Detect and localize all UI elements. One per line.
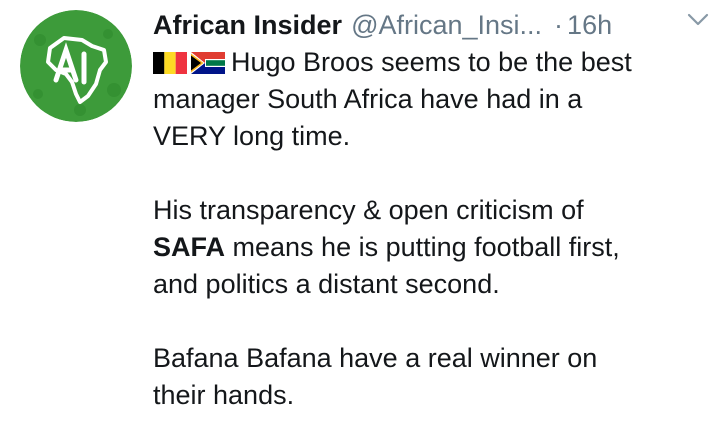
tweet-line-text: Hugo Broos seems to be the best (231, 47, 632, 77)
tweet-line: their hands. (153, 380, 295, 410)
tweet-line: Bafana Bafana have a real winner on (153, 343, 598, 373)
tweet-line: and politics a distant second. (153, 269, 500, 299)
separator-dot: · (554, 9, 564, 40)
avatar[interactable] (20, 10, 132, 122)
tweet-line: VERY long time. (153, 121, 351, 151)
tweet-line: His transparency & open criticism of (153, 195, 584, 225)
tweet-text: Hugo Broos seems to be the best manager … (153, 44, 703, 414)
display-name[interactable]: African Insider (153, 10, 342, 41)
safa-bold-text: SAFA (153, 232, 226, 262)
belgium-flag-icon (153, 52, 187, 74)
tweet-line: SAFA means he is putting football first, (153, 229, 703, 266)
african-insider-logo-icon (20, 10, 132, 122)
user-handle[interactable]: @African_Insi... (351, 10, 542, 41)
tweet-line-text: means he is putting football first, (225, 232, 620, 262)
chevron-down-icon[interactable] (686, 9, 710, 31)
timestamp[interactable]: 16h (567, 10, 612, 41)
tweet-line: manager South Africa have had in a (153, 84, 583, 114)
tweet-header: African Insider @African_Insi... · 16h (153, 6, 700, 44)
south-africa-flag-icon (191, 52, 225, 74)
flags (153, 52, 225, 74)
tweet-line: Hugo Broos seems to be the best (153, 44, 703, 81)
